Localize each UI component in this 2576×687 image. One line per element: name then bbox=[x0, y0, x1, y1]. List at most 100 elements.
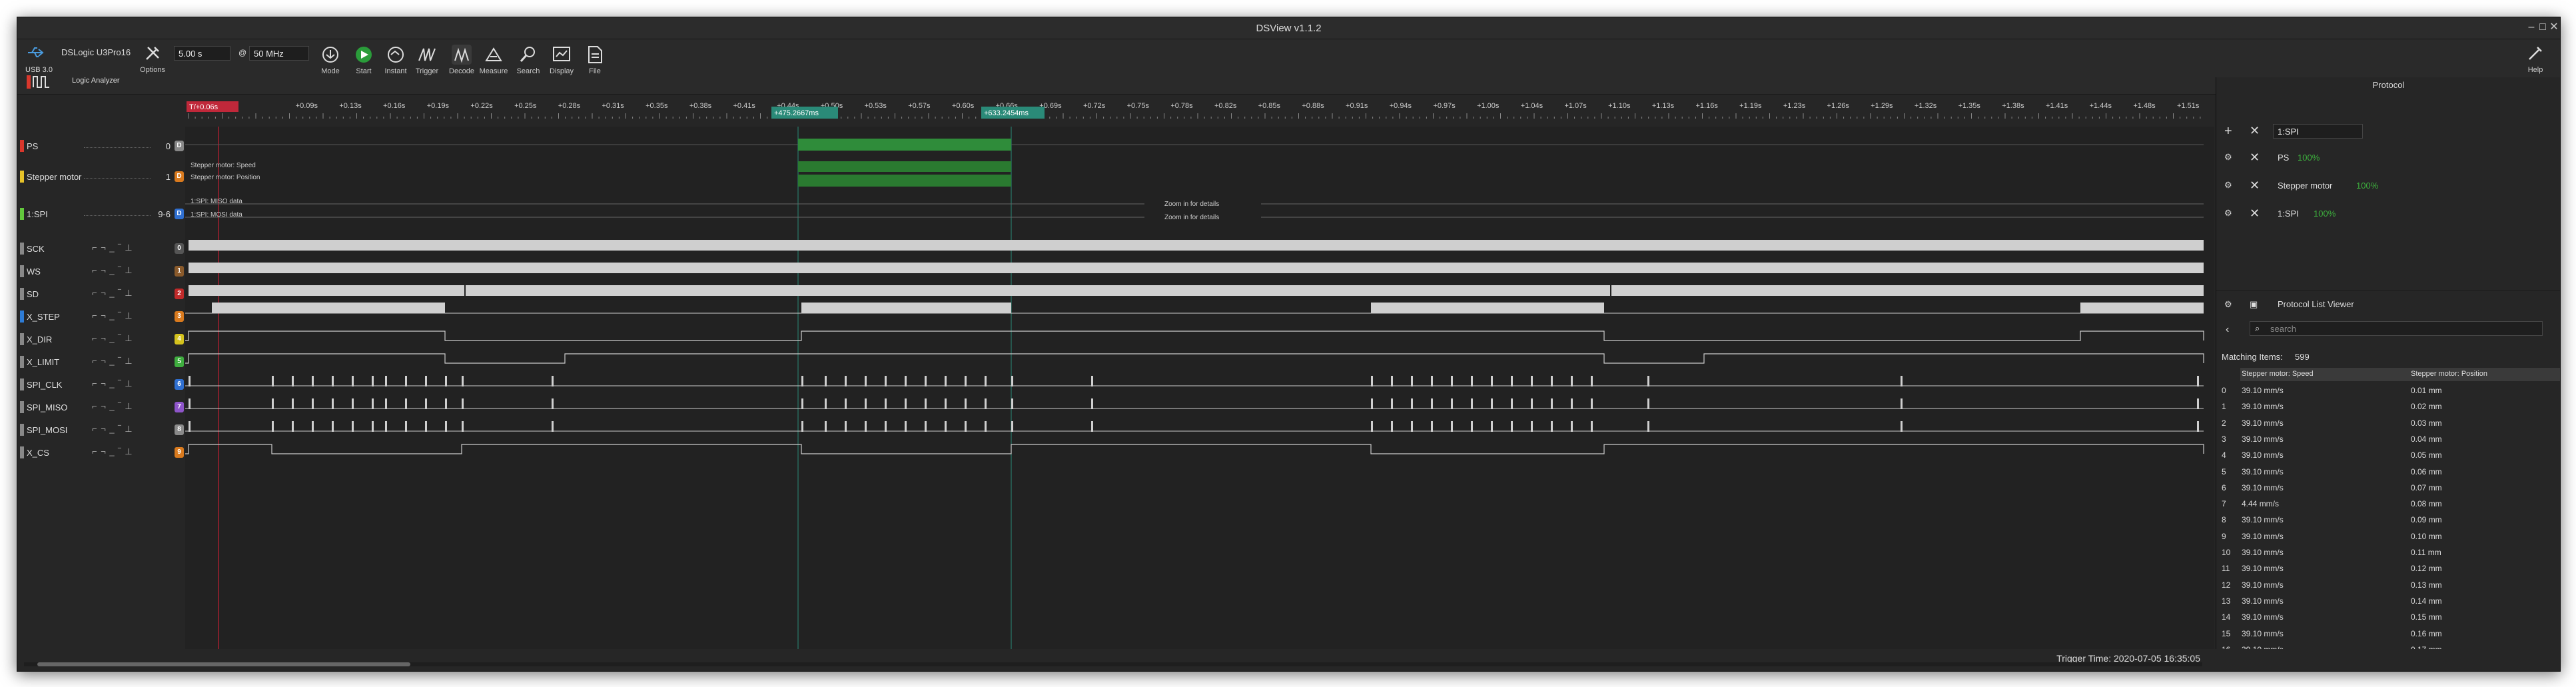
list-search-input[interactable]: search bbox=[2250, 321, 2543, 336]
channel-badge[interactable]: 5 bbox=[175, 356, 184, 367]
start-icon[interactable] bbox=[354, 45, 374, 65]
list-item[interactable]: 1 39.10 mm/s 0.02 mm bbox=[2216, 398, 2560, 414]
list-item[interactable]: 6 39.10 mm/s 0.07 mm bbox=[2216, 480, 2560, 496]
list-item[interactable]: 0 39.10 mm/s 0.01 mm bbox=[2216, 382, 2560, 398]
display-icon[interactable] bbox=[552, 45, 572, 65]
channel-row-x-dir[interactable]: X_DIR ⌐ ¬ _ ‾ ⊥ 4 bbox=[17, 331, 185, 349]
list-item[interactable]: 15 39.10 mm/s 0.16 mm bbox=[2216, 626, 2560, 642]
channel-name[interactable]: X_STEP bbox=[27, 312, 60, 322]
channel-name[interactable]: SD bbox=[27, 289, 39, 299]
help-icon[interactable] bbox=[2525, 43, 2545, 63]
trigger-type-icons[interactable]: ⌐ ¬ _ ‾ ⊥ bbox=[92, 265, 133, 276]
channel-badge[interactable]: 2 bbox=[175, 289, 184, 299]
horizontal-scrollbar[interactable] bbox=[24, 662, 2202, 666]
list-item[interactable]: 12 39.10 mm/s 0.13 mm bbox=[2216, 577, 2560, 593]
channel-name[interactable]: X_DIR bbox=[27, 335, 52, 344]
duration-select[interactable]: 5.00 s bbox=[174, 46, 230, 61]
list-item[interactable]: 5 39.10 mm/s 0.06 mm bbox=[2216, 464, 2560, 480]
channel-badge[interactable]: 0 bbox=[175, 243, 184, 254]
channel-name[interactable]: SPI_MISO bbox=[27, 402, 67, 412]
channel-badge[interactable]: 4 bbox=[175, 334, 184, 344]
channel-name[interactable]: WS bbox=[27, 267, 41, 277]
channel-badge[interactable]: 1 bbox=[175, 266, 184, 277]
channel-badge[interactable]: D bbox=[175, 141, 184, 151]
channel-badge[interactable]: 8 bbox=[175, 424, 184, 435]
channel-name[interactable]: SPI_MOSI bbox=[27, 425, 67, 435]
time-ruler[interactable] bbox=[185, 95, 2214, 127]
measure-icon[interactable] bbox=[484, 45, 504, 65]
minimize-button[interactable]: – bbox=[2525, 21, 2537, 33]
channel-name[interactable]: SPI_CLK bbox=[27, 380, 62, 390]
channel-badge[interactable]: D bbox=[175, 209, 184, 219]
channel-name[interactable]: X_LIMIT bbox=[27, 357, 59, 367]
waveform-area[interactable]: +0.09s +0.13s +0.16s +0.19s +0.22s +0.25s +0.2… bbox=[185, 95, 2214, 668]
channel-name[interactable]: Stepper motor bbox=[27, 172, 81, 182]
list-item[interactable]: 9 39.10 mm/s 0.10 mm bbox=[2216, 528, 2560, 544]
scrollbar-thumb[interactable] bbox=[37, 662, 410, 666]
decoder-select[interactable]: 1:SPI bbox=[2273, 124, 2363, 139]
list-item[interactable]: 13 39.10 mm/s 0.14 mm bbox=[2216, 593, 2560, 609]
channel-badge[interactable]: 9 bbox=[175, 447, 184, 458]
trigger-icon[interactable] bbox=[417, 45, 437, 65]
channel-badge[interactable]: 7 bbox=[175, 402, 184, 412]
decoder-remove-icon[interactable]: ✕ bbox=[2250, 151, 2260, 165]
list-item[interactable]: 3 39.10 mm/s 0.04 mm bbox=[2216, 431, 2560, 447]
channel-row-ws[interactable]: WS ⌐ ¬ _ ‾ ⊥ 1 bbox=[17, 263, 185, 281]
trigger-type-icons[interactable]: ⌐ ¬ _ ‾ ⊥ bbox=[92, 243, 133, 253]
channel-row-ps[interactable]: PS 0 D bbox=[17, 137, 185, 156]
decoder-settings-icon[interactable]: ⚙ bbox=[2224, 208, 2232, 219]
channel-row-1-spi[interactable]: 1:SPI 9-6 D bbox=[17, 205, 185, 224]
channel-badge[interactable]: 3 bbox=[175, 311, 184, 322]
list-item[interactable]: 8 39.10 mm/s 0.09 mm bbox=[2216, 512, 2560, 528]
file-icon[interactable] bbox=[585, 45, 605, 65]
channel-row-spi-clk[interactable]: SPI_CLK ⌐ ¬ _ ‾ ⊥ 6 bbox=[17, 376, 185, 394]
channel-row-x-limit[interactable]: X_LIMIT ⌐ ¬ _ ‾ ⊥ 5 bbox=[17, 353, 185, 372]
channel-badge[interactable]: D bbox=[175, 171, 184, 182]
close-button[interactable]: ✕ bbox=[2548, 21, 2560, 33]
options-icon[interactable] bbox=[143, 43, 163, 63]
trigger-type-icons[interactable]: ⌐ ¬ _ ‾ ⊥ bbox=[92, 424, 133, 434]
sample-rate-select[interactable]: 50 MHz bbox=[249, 46, 309, 61]
mode-icon[interactable] bbox=[320, 45, 340, 65]
search-icon[interactable] bbox=[518, 45, 538, 65]
trigger-type-icons[interactable]: ⌐ ¬ _ ‾ ⊥ bbox=[92, 378, 133, 389]
device-selector[interactable]: DSLogic U3Pro16 bbox=[61, 47, 131, 57]
maximize-button[interactable]: □ bbox=[2537, 21, 2549, 33]
channel-badge[interactable]: 6 bbox=[175, 379, 184, 390]
channel-name[interactable]: 1:SPI bbox=[27, 209, 48, 219]
channel-name[interactable]: X_CS bbox=[27, 448, 49, 458]
decoder-settings-icon[interactable]: ⚙ bbox=[2224, 180, 2232, 191]
list-item[interactable]: 11 39.10 mm/s 0.12 mm bbox=[2216, 560, 2560, 576]
trigger-type-icons[interactable]: ⌐ ¬ _ ‾ ⊥ bbox=[92, 311, 133, 321]
channel-name[interactable]: SCK bbox=[27, 244, 45, 254]
decoder-settings-icon[interactable]: ⚙ bbox=[2224, 152, 2232, 163]
channel-row-x-cs[interactable]: X_CS ⌐ ¬ _ ‾ ⊥ 9 bbox=[17, 444, 185, 462]
channel-row-sck[interactable]: SCK ⌐ ¬ _ ‾ ⊥ 0 bbox=[17, 240, 185, 259]
trigger-type-icons[interactable]: ⌐ ¬ _ ‾ ⊥ bbox=[92, 288, 133, 299]
channel-row-sd[interactable]: SD ⌐ ¬ _ ‾ ⊥ 2 bbox=[17, 285, 185, 304]
channel-row-spi-mosi[interactable]: SPI_MOSI ⌐ ¬ _ ‾ ⊥ 8 bbox=[17, 421, 185, 440]
trigger-type-icons[interactable]: ⌐ ¬ _ ‾ ⊥ bbox=[92, 401, 133, 412]
settings-icon[interactable]: ⚙ bbox=[2224, 299, 2232, 310]
channel-name[interactable]: PS bbox=[27, 141, 38, 151]
waveform-canvas[interactable]: +0.09s +0.13s +0.16s +0.19s +0.22s +0.25s +0.2… bbox=[185, 95, 2214, 668]
back-icon[interactable]: ‹ bbox=[2226, 324, 2229, 336]
list-item[interactable]: 10 39.10 mm/s 0.11 mm bbox=[2216, 544, 2560, 560]
channel-row-stepper-motor[interactable]: Stepper motor 1 D bbox=[17, 168, 185, 187]
decoder-remove-icon[interactable]: ✕ bbox=[2250, 207, 2260, 221]
list-item[interactable]: 2 39.10 mm/s 0.03 mm bbox=[2216, 415, 2560, 431]
list-item[interactable]: 7 4.44 mm/s 0.08 mm bbox=[2216, 496, 2560, 512]
list-item[interactable]: 4 39.10 mm/s 0.05 mm bbox=[2216, 447, 2560, 463]
channel-row-spi-miso[interactable]: SPI_MISO ⌐ ¬ _ ‾ ⊥ 7 bbox=[17, 398, 185, 417]
instant-icon[interactable] bbox=[386, 45, 406, 65]
save-icon[interactable]: ▣ bbox=[2250, 299, 2258, 310]
add-icon[interactable]: + bbox=[2224, 124, 2232, 139]
trigger-type-icons[interactable]: ⌐ ¬ _ ‾ ⊥ bbox=[92, 333, 133, 344]
trigger-type-icons[interactable]: ⌐ ¬ _ ‾ ⊥ bbox=[92, 446, 133, 457]
remove-icon[interactable]: ✕ bbox=[2250, 124, 2260, 138]
trigger-type-icons[interactable]: ⌐ ¬ _ ‾ ⊥ bbox=[92, 356, 133, 366]
list-item[interactable]: 14 39.10 mm/s 0.15 mm bbox=[2216, 609, 2560, 625]
decoder-remove-icon[interactable]: ✕ bbox=[2250, 179, 2260, 193]
decode-icon[interactable] bbox=[452, 45, 472, 65]
channel-row-x-step[interactable]: X_STEP ⌐ ¬ _ ‾ ⊥ 3 bbox=[17, 308, 185, 327]
